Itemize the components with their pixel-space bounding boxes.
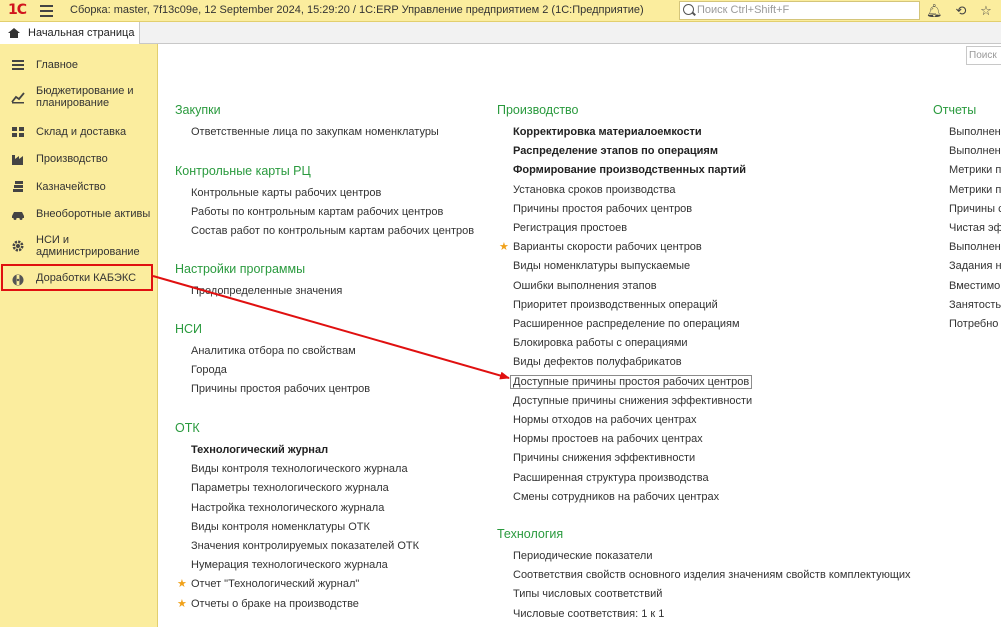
page-search-placeholder: Поиск <box>969 50 997 61</box>
group-title: Производство <box>497 103 579 117</box>
menu-link[interactable]: Выполнен <box>949 145 1001 157</box>
tab-home-label: Начальная страница <box>28 27 135 39</box>
menu-link[interactable]: Занятость <box>949 299 1001 311</box>
menu-link[interactable]: Чистая эф <box>949 222 1001 234</box>
menu-link[interactable]: Соответствия свойств основного изделия з… <box>513 569 911 581</box>
menu-link[interactable]: Формирование производственных партий <box>513 164 746 176</box>
coins-icon <box>13 181 23 192</box>
chart-icon <box>11 92 25 104</box>
sections-panel: Главное Бюджетирование и планирование Ск… <box>0 44 158 627</box>
menu-link[interactable]: Нормы отходов на рабочих центрах <box>513 414 697 426</box>
menu-link[interactable]: Задания н <box>949 260 1001 272</box>
menu-link[interactable]: Технологический журнал <box>191 444 328 456</box>
search-placeholder: Поиск Ctrl+Shift+F <box>697 4 790 16</box>
search-icon <box>683 4 694 15</box>
home-icon <box>8 28 20 38</box>
menu-link[interactable]: Ошибки выполнения этапов <box>513 280 657 292</box>
menu-lines-icon <box>12 60 24 70</box>
menu-link[interactable]: Контрольные карты рабочих центров <box>191 187 381 199</box>
title-bar: 1С Сборка: master, 7f13c09e, 12 Septembe… <box>0 0 1001 22</box>
menu-link[interactable]: Выполнен <box>949 241 1001 253</box>
menu-link[interactable]: Корректировка материалоемкости <box>513 126 702 138</box>
menu-link[interactable]: Причины с <box>949 203 1001 215</box>
menu-link[interactable]: Смены сотрудников на рабочих центрах <box>513 491 719 503</box>
gear-icon <box>12 240 24 252</box>
tab-bar: Начальная страница <box>0 22 1001 44</box>
callout-highlight-box <box>1 264 153 291</box>
sidebar-item-label: Производство <box>36 153 108 165</box>
menu-link[interactable]: Причины простоя рабочих центров <box>513 203 692 215</box>
menu-link[interactable]: Отчет "Технологический журнал" <box>191 578 359 590</box>
car-icon <box>12 212 24 220</box>
menu-link[interactable]: Потребно <box>949 318 998 330</box>
menu-link[interactable]: Причины снижения эффективности <box>513 452 695 464</box>
menu-link[interactable]: Расширенная структура производства <box>513 472 709 484</box>
menu-link[interactable]: Вместимо <box>949 280 1000 292</box>
sidebar-item-label: Бюджетирование и планирование <box>36 85 134 109</box>
menu-link[interactable]: Состав работ по контрольным картам рабоч… <box>191 225 474 237</box>
menu-link[interactable]: Нормы простоев на рабочих центрах <box>513 433 703 445</box>
menu-link[interactable]: Числовые соответствия: 1 к 1 <box>513 608 664 620</box>
page-search-input[interactable]: Поиск <box>966 46 1001 65</box>
menu-link[interactable]: Нумерация технологического журнала <box>191 559 388 571</box>
menu-link[interactable]: Значения контролируемых показателей ОТК <box>191 540 419 552</box>
group-title: Контрольные карты РЦ <box>175 164 311 178</box>
menu-link[interactable]: Приоритет производственных операций <box>513 299 718 311</box>
menu-link[interactable]: Расширенное распределение по операциям <box>513 318 740 330</box>
main-menu-icon[interactable] <box>40 5 53 17</box>
menu-link[interactable]: Регистрация простоев <box>513 222 627 234</box>
group-title: НСИ <box>175 322 203 336</box>
menu-link[interactable]: Ответственные лица по закупкам номенклат… <box>191 126 439 138</box>
menu-link[interactable]: Отчеты о браке на производстве <box>191 598 359 610</box>
menu-link[interactable]: Работы по контрольным картам рабочих цен… <box>191 206 443 218</box>
history-icon[interactable]: ⟲ <box>953 3 969 19</box>
group-title: Технология <box>497 527 564 541</box>
group-title: Отчеты <box>933 103 977 117</box>
menu-link[interactable]: Метрики п <box>949 184 1001 196</box>
bell-icon[interactable]: 🔔︎ <box>926 3 943 19</box>
menu-link[interactable]: Предопределенные значения <box>191 285 342 297</box>
menu-link[interactable]: Виды дефектов полуфабрикатов <box>513 356 682 368</box>
home-page-content: Поиск Закупки Ответственные лица по закуп… <box>158 44 1001 627</box>
menu-link[interactable]: Доступные причины снижения эффективности <box>513 395 752 407</box>
sidebar-item-label: Внеоборотные активы <box>36 208 151 220</box>
menu-link[interactable]: Города <box>191 364 227 376</box>
menu-link[interactable]: Метрики п <box>949 164 1001 176</box>
menu-link[interactable]: Периодические показатели <box>513 550 652 562</box>
favorite-star-icon[interactable]: ★ <box>499 240 509 253</box>
menu-link[interactable]: Распределение этапов по операциям <box>513 145 718 157</box>
sidebar-item-label: НСИ и администрирование <box>36 234 140 258</box>
sidebar-item-label: Склад и доставка <box>36 126 127 138</box>
factory-icon <box>12 155 23 165</box>
star-icon[interactable]: ☆ <box>978 3 994 19</box>
menu-link[interactable]: Выполнен <box>949 126 1001 138</box>
menu-link[interactable]: Блокировка работы с операциями <box>513 337 688 349</box>
group-title: Закупки <box>175 103 221 117</box>
global-search-input[interactable]: Поиск Ctrl+Shift+F <box>679 1 920 20</box>
sidebar-item-label: Казначейство <box>36 181 106 193</box>
menu-link[interactable]: Установка сроков производства <box>513 184 676 196</box>
group-title: ОТК <box>175 421 200 435</box>
group-title: Настройки программы <box>175 262 306 276</box>
menu-link[interactable]: Виды контроля технологического журнала <box>191 463 408 475</box>
menu-link[interactable]: Настройка технологического журнала <box>191 502 384 514</box>
menu-link[interactable]: Доступные причины простоя рабочих центро… <box>510 374 753 389</box>
tab-home[interactable]: Начальная страница <box>0 22 140 44</box>
warehouse-icon <box>12 127 24 137</box>
window-title: Сборка: master, 7f13c09e, 12 September 2… <box>70 4 644 16</box>
sidebar-item-label: Главное <box>36 59 79 71</box>
menu-link[interactable]: Виды контроля номенклатуры ОТК <box>191 521 370 533</box>
menu-link[interactable]: Виды номенклатуры выпускаемые <box>513 260 690 272</box>
menu-link[interactable]: Аналитика отбора по свойствам <box>191 345 356 357</box>
menu-link[interactable]: Параметры технологического журнала <box>191 482 389 494</box>
menu-link[interactable]: Варианты скорости рабочих центров <box>513 241 702 253</box>
menu-link[interactable]: Причины простоя рабочих центров <box>191 383 370 395</box>
favorite-star-icon[interactable]: ★ <box>177 597 187 610</box>
app-logo[interactable]: 1С <box>8 2 27 19</box>
menu-link[interactable]: Типы числовых соответствий <box>513 588 662 600</box>
favorite-star-icon[interactable]: ★ <box>177 577 187 590</box>
